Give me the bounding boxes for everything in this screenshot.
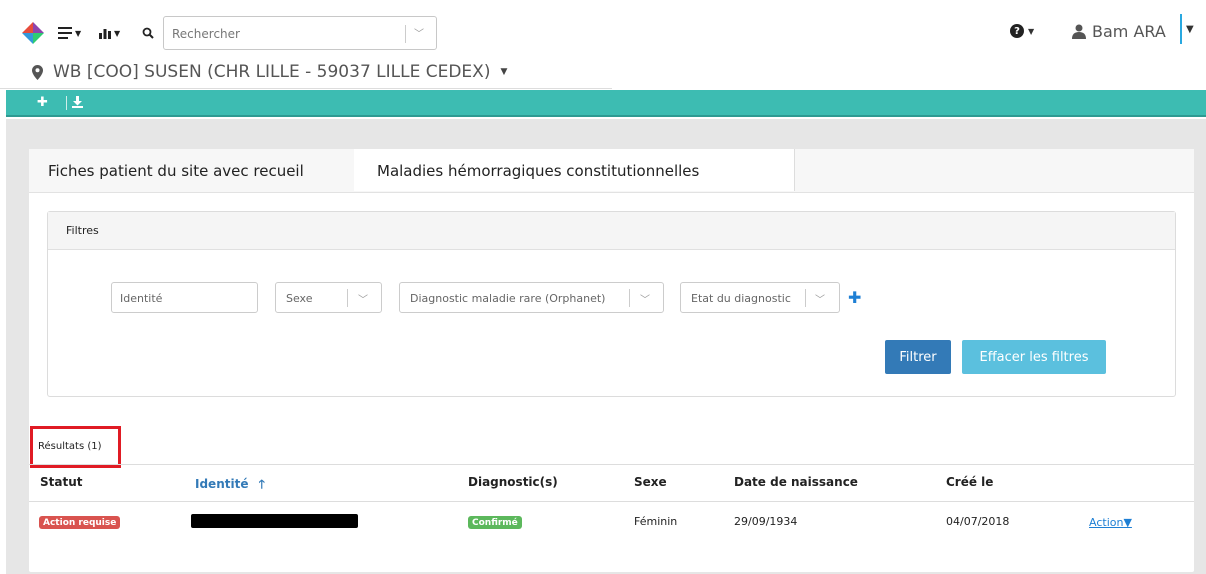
naissance-cell: 29/09/1934	[734, 515, 798, 528]
search-button[interactable]	[142, 22, 154, 44]
select-divider	[805, 289, 806, 307]
menu-dropdown-button[interactable]: ▼	[58, 22, 81, 44]
download-icon[interactable]	[72, 96, 83, 108]
panel-header: Fiches patient du site avec recueil Mala…	[29, 149, 1194, 193]
row-action-dropdown[interactable]: Action▼	[1089, 516, 1132, 529]
filter-button[interactable]: Filtrer	[885, 340, 951, 374]
sexe-label: Sexe	[286, 292, 313, 305]
select-divider	[347, 289, 348, 307]
filters-heading: Filtres	[66, 224, 99, 237]
app-logo-icon[interactable]	[22, 22, 44, 44]
column-header-diagnostics[interactable]: Diagnostic(s)	[468, 475, 558, 489]
site-underline	[0, 88, 612, 89]
chevron-down-icon[interactable]: ▼	[1186, 24, 1194, 35]
user-icon	[1072, 24, 1086, 39]
patient-records-panel: Fiches patient du site avec recueil Mala…	[29, 149, 1194, 572]
diagnostic-select[interactable]: Diagnostic maladie rare (Orphanet) ﹀	[399, 282, 664, 313]
tab-label: Maladies hémorragiques constitutionnelle…	[377, 162, 700, 180]
status-badge: Action requise	[39, 516, 121, 529]
column-header-identite[interactable]: Identité 🡑	[195, 475, 265, 496]
clear-filters-button[interactable]: Effacer les filtres	[962, 340, 1106, 374]
filters-box: Filtres Identité Sexe ﹀ Diagnostic malad…	[47, 211, 1176, 397]
search-input[interactable]	[172, 24, 402, 44]
site-selector[interactable]: WB [COO] SUSEN (CHR LILLE - 59037 LILLE …	[32, 62, 507, 82]
results-count: Résultats (1)	[38, 441, 102, 452]
chevron-down-icon[interactable]: ﹀	[414, 25, 424, 40]
map-marker-icon	[32, 64, 43, 80]
stats-dropdown-button[interactable]: ▼	[99, 22, 120, 44]
etat-label: Etat du diagnostic	[691, 292, 791, 305]
help-icon: ?	[1010, 24, 1024, 38]
chevron-down-icon: ▼	[75, 28, 82, 38]
user-menu-divider	[1180, 14, 1182, 44]
caret-down-icon: ▼	[1123, 516, 1132, 529]
filters-header: Filtres	[48, 212, 1175, 250]
chevron-down-icon: ﹀	[815, 295, 825, 306]
user-menu-button[interactable]: Bam ARA	[1072, 22, 1166, 41]
table-header-bottom-line	[29, 501, 1194, 502]
column-header-identite-label: Identité	[195, 477, 249, 491]
column-header-cree[interactable]: Créé le	[946, 475, 993, 489]
panel-title: Fiches patient du site avec recueil	[48, 162, 304, 180]
identite-placeholder: Identité	[120, 292, 163, 305]
search-field[interactable]: ﹀	[163, 16, 437, 50]
action-toolbar: ✚	[6, 90, 1206, 117]
select-divider	[629, 289, 630, 307]
help-dropdown-button[interactable]: ? ▼	[1010, 24, 1034, 38]
cree-cell: 04/07/2018	[946, 515, 1010, 528]
column-header-sexe[interactable]: Sexe	[634, 475, 667, 489]
add-icon[interactable]: ✚	[37, 95, 48, 110]
column-header-statut[interactable]: Statut	[40, 475, 83, 489]
sort-ascending-icon: 🡑	[258, 477, 265, 491]
user-name: Bam ARA	[1092, 22, 1166, 41]
search-icon	[142, 27, 154, 39]
add-filter-icon[interactable]: ✚	[848, 288, 861, 307]
diagnostic-badge: Confirmé	[468, 516, 522, 529]
diagnostic-label: Diagnostic maladie rare (Orphanet)	[410, 292, 606, 305]
chevron-down-icon: ﹀	[358, 295, 368, 306]
redacted-identity[interactable]	[191, 514, 358, 528]
sexe-cell: Féminin	[634, 515, 678, 528]
bar-chart-icon	[99, 29, 111, 39]
sexe-select[interactable]: Sexe ﹀	[275, 282, 382, 313]
table-header-top-line	[29, 464, 1194, 465]
search-divider	[405, 25, 406, 43]
identite-input[interactable]: Identité	[111, 282, 258, 313]
column-header-naissance[interactable]: Date de naissance	[734, 475, 858, 489]
chevron-down-icon: ▼	[114, 28, 121, 38]
site-label: WB [COO] SUSEN (CHR LILLE - 59037 LILLE …	[53, 62, 491, 82]
etat-diagnostic-select[interactable]: Etat du diagnostic ﹀	[680, 282, 840, 313]
tab-maladies-hemorragiques[interactable]: Maladies hémorragiques constitutionnelle…	[354, 149, 795, 191]
action-link-label: Action	[1089, 516, 1124, 529]
chevron-down-icon: ▼	[500, 67, 508, 77]
top-navbar: ▼ ▼ ﹀ ? ▼ Bam ARA ▼	[0, 0, 1206, 90]
toolbar-divider	[66, 96, 67, 110]
chevron-down-icon: ﹀	[640, 295, 650, 306]
chevron-down-icon: ▼	[1028, 26, 1035, 36]
menu-lines-icon	[58, 27, 72, 39]
